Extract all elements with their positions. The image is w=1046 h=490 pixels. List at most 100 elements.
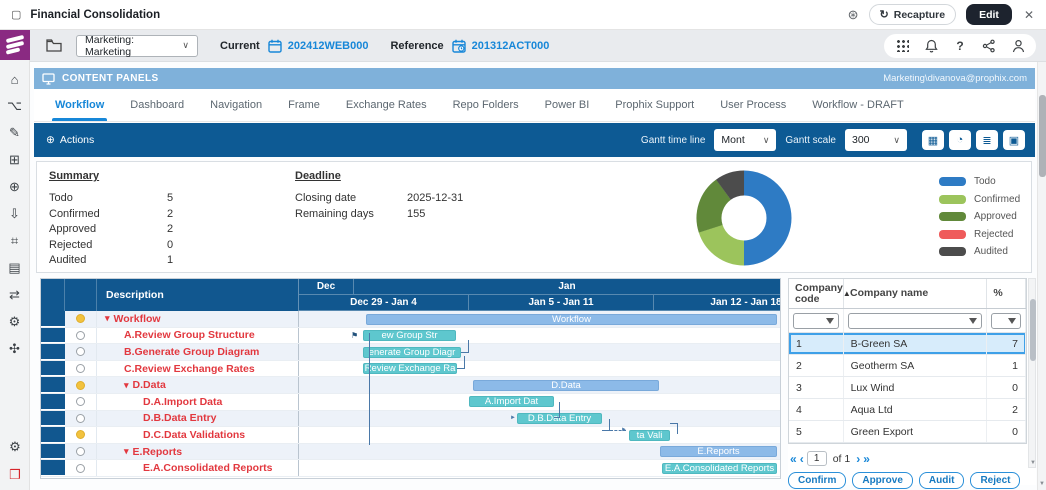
column-header-company-name[interactable]: Company name <box>844 279 987 308</box>
gantt-scale-select[interactable]: 300 ∨ <box>845 129 907 151</box>
tab-power-bi[interactable]: Power BI <box>532 89 603 121</box>
export-view-icon[interactable]: ▣ <box>1003 130 1025 150</box>
filter-funnel-icon[interactable] <box>969 318 977 324</box>
user-icon[interactable] <box>1010 38 1026 54</box>
share-icon[interactable] <box>981 38 997 54</box>
status-circle-active[interactable] <box>76 381 85 390</box>
approve-button[interactable]: Approve <box>852 472 913 489</box>
scroll-down-arrow-icon[interactable]: ▼ <box>1039 481 1045 487</box>
current-calendar-icon[interactable] <box>268 39 282 53</box>
company-row[interactable]: 4Aqua Ltd2 <box>789 399 1026 421</box>
globe-settings-icon[interactable]: ⊛ <box>848 7 859 23</box>
gantt-bar-summary[interactable]: D.Data <box>473 380 659 391</box>
tab-workflow-draft[interactable]: Workflow - DRAFT <box>799 89 916 121</box>
company-row[interactable]: 5Green Export0 <box>789 421 1026 443</box>
current-document-link[interactable]: 202412WEB000 <box>288 40 369 52</box>
edit-button[interactable]: Edit <box>966 4 1012 25</box>
gantt-bar-task[interactable]: ta Vali <box>629 430 670 441</box>
company-scrollbar-thumb[interactable] <box>1030 299 1036 361</box>
filter-funnel-icon[interactable] <box>826 318 834 324</box>
prophix-logo[interactable] <box>0 30 30 60</box>
status-circle-todo[interactable] <box>76 464 85 473</box>
notifications-icon[interactable] <box>923 38 939 54</box>
page-scrollbar-thumb[interactable] <box>1039 95 1046 177</box>
gantt-task-description[interactable]: ▾D.Data <box>97 377 299 393</box>
column-header--[interactable]: % <box>987 279 1026 308</box>
collapse-triangle-icon[interactable]: ▾ <box>124 446 129 457</box>
reference-calendar-icon[interactable] <box>452 39 466 53</box>
gantt-task-description[interactable]: B.Generate Group Diagram <box>97 344 299 360</box>
filter-input[interactable] <box>848 313 983 329</box>
collapse-triangle-icon[interactable]: ▾ <box>105 313 110 324</box>
journal-icon[interactable]: ✎ <box>3 120 27 146</box>
tab-user-process[interactable]: User Process <box>707 89 799 121</box>
gantt-timeline-select[interactable]: Mont ∨ <box>714 129 776 151</box>
column-header-company-code[interactable]: Company code▲ <box>789 279 844 308</box>
import-data-icon[interactable]: ⇩ <box>3 201 27 227</box>
workspace-select[interactable]: Marketing: Marketing ∨ <box>76 35 198 57</box>
prev-page-button[interactable]: ‹ <box>800 452 803 466</box>
status-circle-todo[interactable] <box>76 447 85 456</box>
company-row[interactable]: 3Lux Wind0 <box>789 377 1026 399</box>
confirm-button[interactable]: Confirm <box>788 472 846 489</box>
folder-icon[interactable] <box>46 39 62 52</box>
tab-repo-folders[interactable]: Repo Folders <box>440 89 532 121</box>
tab-frame[interactable]: Frame <box>275 89 333 121</box>
gantt-bar-task[interactable]: enerate Group Diagr <box>363 347 461 358</box>
filter-input[interactable] <box>793 313 839 329</box>
status-circle-todo[interactable] <box>76 331 85 340</box>
status-circle-todo[interactable] <box>76 414 85 423</box>
gantt-task-description[interactable]: ▾Workflow <box>97 311 299 327</box>
binder-icon[interactable]: ▤ <box>3 255 27 281</box>
gantt-task-description[interactable]: D.C.Data Validations <box>97 427 299 443</box>
gantt-task-description[interactable]: A.Review Group Structure <box>97 328 299 344</box>
gantt-task-description[interactable]: ▾E.Reports <box>97 444 299 460</box>
description-column-header[interactable]: Description <box>97 279 298 311</box>
apps-grid-icon[interactable] <box>894 38 910 54</box>
gantt-task-description[interactable]: D.A.Import Data <box>97 394 299 410</box>
automation-icon[interactable]: ⚙ <box>3 309 27 335</box>
status-circle-todo[interactable] <box>76 364 85 373</box>
help-icon[interactable]: ? <box>952 38 968 54</box>
reject-button[interactable]: Reject <box>970 472 1020 489</box>
filter-input[interactable] <box>991 313 1021 329</box>
gantt-bar-task[interactable]: A.Import Dat <box>469 396 554 407</box>
home-icon[interactable]: ⌂ <box>3 66 27 92</box>
hierarchy-icon[interactable]: ⌗ <box>3 228 27 254</box>
settings-icon[interactable]: ⚙ <box>3 434 27 460</box>
chart-view-icon[interactable]: ◔ <box>949 130 971 150</box>
gantt-bar-summary[interactable]: Workflow <box>366 314 777 325</box>
company-scrollbar[interactable]: ▼ <box>1028 278 1036 468</box>
infocube-icon[interactable]: ❒ <box>3 462 27 488</box>
tab-navigation[interactable]: Navigation <box>197 89 275 121</box>
close-icon[interactable]: ✕ <box>1024 8 1034 22</box>
scroll-down-arrow-icon[interactable]: ▼ <box>1030 460 1036 466</box>
actions-menu[interactable]: ⊕ Actions <box>46 134 94 146</box>
status-circle-todo[interactable] <box>76 347 85 356</box>
first-page-button[interactable]: « <box>790 452 796 466</box>
recapture-button[interactable]: ↻ Recapture <box>869 4 957 25</box>
company-row[interactable]: 1B-Green SA7 <box>789 333 1026 355</box>
gantt-bar-summary[interactable]: E.Reports <box>660 446 777 457</box>
workflow-icon[interactable]: ⌥ <box>3 93 27 119</box>
last-page-button[interactable]: » <box>863 452 869 466</box>
tab-prophix-support[interactable]: Prophix Support <box>602 89 707 121</box>
consolidation-icon[interactable]: ⊞ <box>3 147 27 173</box>
gantt-task-description[interactable]: D.B.Data Entry <box>97 411 299 427</box>
audit-button[interactable]: Audit <box>919 472 965 489</box>
status-circle-active[interactable] <box>76 430 85 439</box>
tab-workflow[interactable]: Workflow <box>42 89 117 121</box>
status-circle-todo[interactable] <box>76 397 85 406</box>
filter-funnel-icon[interactable] <box>1008 318 1016 324</box>
gantt-bar-task[interactable]: ew Group Str <box>363 330 456 341</box>
page-number-input[interactable]: 1 <box>807 451 827 466</box>
tab-exchange-rates[interactable]: Exchange Rates <box>333 89 440 121</box>
page-scrollbar[interactable]: ▼ <box>1037 62 1046 490</box>
list-view-icon[interactable]: ≣ <box>976 130 998 150</box>
reference-document-link[interactable]: 201312ACT000 <box>472 40 550 52</box>
next-page-button[interactable]: › <box>856 452 859 466</box>
tab-dashboard[interactable]: Dashboard <box>117 89 197 121</box>
collapse-triangle-icon[interactable]: ▾ <box>124 380 129 391</box>
web-services-icon[interactable]: ⊕ <box>3 174 27 200</box>
process-icon[interactable]: ⇄ <box>3 282 27 308</box>
